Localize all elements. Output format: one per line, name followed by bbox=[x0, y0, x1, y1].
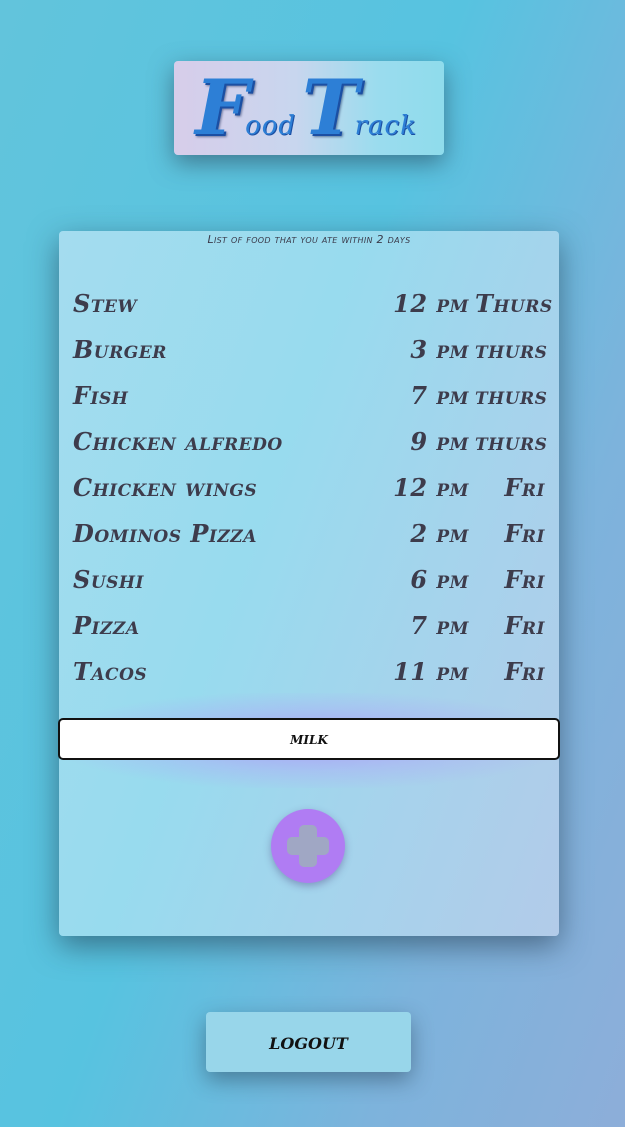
food-day: Thurs bbox=[475, 289, 553, 318]
food-item: Pizza 7 pm Fri bbox=[73, 605, 545, 651]
food-list: Stew 12 pm Thurs Burger 3 pm thurs Fish … bbox=[73, 283, 553, 697]
food-day: Fri bbox=[504, 611, 545, 640]
food-time: 3 pm bbox=[410, 335, 469, 364]
food-time: 12 pm bbox=[393, 473, 469, 502]
food-name: Fish bbox=[73, 381, 129, 410]
food-name: Stew bbox=[73, 289, 138, 318]
food-item: Burger 3 pm thurs bbox=[73, 329, 548, 375]
food-name: Dominos Pizza bbox=[73, 519, 257, 548]
food-day: thurs bbox=[475, 335, 548, 364]
logo-initial-f: F bbox=[195, 63, 249, 152]
food-time: 11 pm bbox=[393, 657, 469, 686]
logo-initial-t: T bbox=[302, 63, 359, 152]
food-time: 7 pm bbox=[410, 611, 469, 640]
food-time: 9 pm bbox=[410, 427, 469, 456]
plus-icon-bar bbox=[287, 837, 329, 855]
food-name: Burger bbox=[73, 335, 167, 364]
logo-word-ood: ood bbox=[245, 111, 297, 141]
food-item: Chicken wings 12 pm Fri bbox=[73, 467, 545, 513]
food-item: Fish 7 pm thurs bbox=[73, 375, 548, 421]
card-caption: List of food that you ate within 2 days bbox=[207, 233, 411, 246]
food-input[interactable] bbox=[58, 718, 560, 760]
food-name: Chicken alfredo bbox=[73, 427, 283, 456]
food-name: Pizza bbox=[73, 611, 140, 640]
add-food-button[interactable] bbox=[271, 809, 345, 883]
food-item: Stew 12 pm Thurs bbox=[73, 283, 553, 329]
food-day: Fri bbox=[504, 565, 545, 594]
logo-text: FoodTrack bbox=[174, 61, 444, 155]
food-list-card: List of food that you ate within 2 days … bbox=[58, 231, 560, 936]
food-item: Dominos Pizza 2 pm Fri bbox=[73, 513, 545, 559]
food-day: Fri bbox=[504, 519, 545, 548]
food-item: Tacos 11 pm Fri bbox=[73, 651, 545, 697]
food-day: Fri bbox=[504, 473, 545, 502]
food-time: 12 pm bbox=[393, 289, 469, 318]
food-time: 6 pm bbox=[410, 565, 469, 594]
app-logo: FoodTrack bbox=[174, 61, 444, 155]
food-day: Fri bbox=[504, 657, 545, 686]
logo-word-rack: rack bbox=[354, 111, 417, 141]
food-day: thurs bbox=[475, 427, 548, 456]
food-name: Chicken wings bbox=[73, 473, 258, 502]
food-name: Sushi bbox=[73, 565, 144, 594]
food-item: Sushi 6 pm Fri bbox=[73, 559, 545, 605]
food-name: Tacos bbox=[73, 657, 148, 686]
food-time: 7 pm bbox=[410, 381, 469, 410]
food-day: thurs bbox=[475, 381, 548, 410]
food-item: Chicken alfredo 9 pm thurs bbox=[73, 421, 548, 467]
logout-button[interactable]: logout bbox=[206, 1012, 411, 1072]
food-time: 2 pm bbox=[410, 519, 469, 548]
